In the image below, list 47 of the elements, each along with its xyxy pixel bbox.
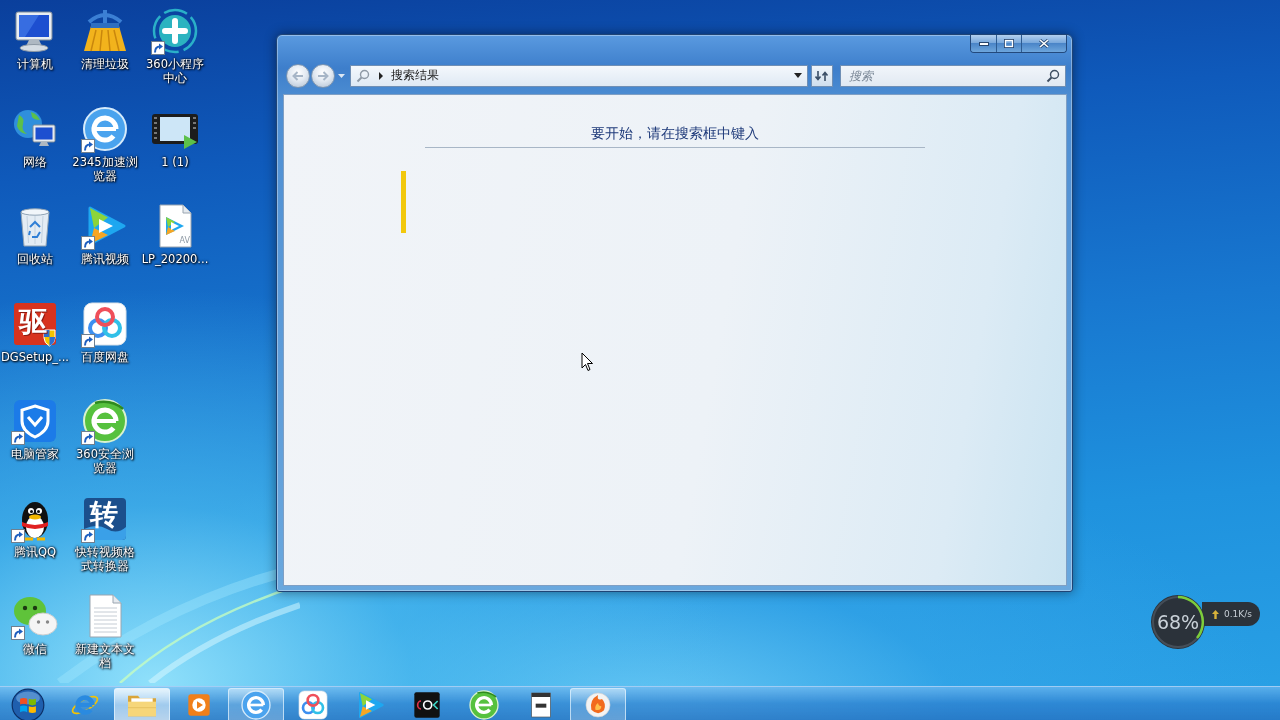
desktop-icon-label[interactable]: 回收站 [17,252,53,266]
shield-icon[interactable] [11,397,59,445]
vertical-bar-icon [401,171,406,233]
minimize-icon [978,41,989,46]
close-icon [1039,39,1049,48]
logo-text: 驱 [19,307,47,336]
refresh-button[interactable] [811,64,833,87]
desktop-icon-label[interactable]: 1 (1) [161,154,189,169]
cloud-rings-icon [297,688,329,720]
search-icon[interactable] [1046,68,1060,83]
desktop-icon-label[interactable]: 2345加速浏览器 [70,154,140,183]
gauge-reading: 68% [1155,611,1201,633]
refresh-icon [815,69,829,82]
search-hint-text: 要开始，请在搜索框中键入 [591,125,759,142]
browser-icon[interactable] [81,104,129,153]
arrow-up-icon [1212,609,1219,619]
maximize-icon [1004,39,1014,48]
mouse-pointer-icon [581,352,594,372]
desktop-icon-label[interactable]: 腾讯视频 [81,252,129,266]
breadcrumb-arrow-icon [378,71,384,80]
arrow-left-icon [292,70,304,81]
upload-rate: 0.1K/s [1224,609,1252,619]
desktop-icon-label[interactable]: 清理垃圾 [81,57,129,71]
search-icon [356,68,370,83]
caret-icon [337,73,345,78]
desktop-icon-label[interactable]: DGSetup_... [1,349,69,364]
close-button[interactable] [1021,35,1066,52]
cloud-rings-icon[interactable] [81,299,129,348]
arrow-right-icon [317,70,329,81]
browser-icon [240,688,272,720]
desktop-icon-label[interactable]: 电脑管家 [11,447,59,461]
browser-icon [468,688,500,720]
address-bar[interactable]: 搜索结果 [350,64,808,87]
logo-text: AV [179,237,190,245]
search-field[interactable]: 搜索 [840,64,1066,87]
desktop-icon-label[interactable]: 网络 [23,154,47,169]
desktop-icon-label[interactable]: 360安全浏览器 [70,447,140,475]
desktop-icon-label[interactable]: 360小程序中心 [140,57,210,85]
maximize-button[interactable] [996,35,1021,52]
browser-icon[interactable] [81,397,129,445]
desktop-icon-label[interactable]: 计算机 [17,57,53,71]
breadcrumb-item[interactable]: 搜索结果 [389,67,441,84]
caret-icon [794,73,802,78]
minimize-button[interactable] [971,35,996,52]
logo-text: 转 [90,500,118,529]
desktop-icon-label[interactable]: LP_20200... [141,252,209,266]
desktop-icon-label[interactable]: 百度网盘 [81,349,129,364]
